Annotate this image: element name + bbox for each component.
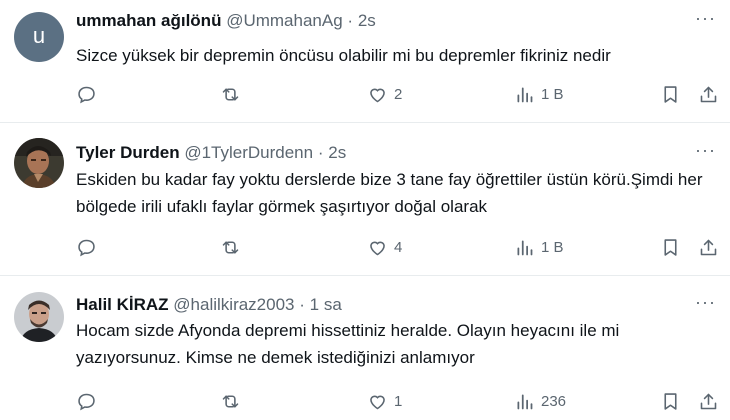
profile-photo bbox=[14, 292, 64, 342]
timestamp[interactable]: 2s bbox=[328, 143, 346, 162]
reply-button[interactable] bbox=[76, 389, 103, 413]
reply-bubble-icon bbox=[78, 393, 95, 410]
repost-button[interactable] bbox=[220, 82, 247, 106]
share-button[interactable] bbox=[698, 389, 719, 413]
like-count: 2 bbox=[394, 85, 403, 103]
bookmark-button[interactable] bbox=[660, 389, 681, 413]
repost-arrows-icon bbox=[222, 240, 239, 254]
profile-photo bbox=[14, 138, 64, 188]
bookmark-icon bbox=[664, 238, 677, 256]
more-options-icon[interactable]: ··· bbox=[695, 292, 716, 313]
more-options-icon[interactable]: ··· bbox=[695, 140, 716, 161]
avatar[interactable]: u bbox=[14, 12, 64, 62]
author-handle[interactable]: @UmmahanAg bbox=[226, 11, 342, 30]
heart-icon bbox=[370, 88, 385, 102]
author-name[interactable]: Tyler Durden bbox=[76, 143, 180, 162]
repost-button[interactable] bbox=[220, 235, 247, 259]
tweet-text: Hocam sizde Afyonda depremi hissettiniz … bbox=[76, 321, 620, 367]
timestamp[interactable]: 1 sa bbox=[310, 295, 342, 314]
tweet-actions: 1 236 bbox=[76, 389, 726, 413]
avatar[interactable] bbox=[14, 138, 64, 188]
more-options-icon[interactable]: ··· bbox=[695, 8, 716, 29]
bookmark-button[interactable] bbox=[660, 82, 681, 106]
bookmark-button[interactable] bbox=[660, 235, 681, 259]
views-button[interactable]: 1 B bbox=[514, 82, 564, 106]
tweet-header: Tyler Durden @1TylerDurdenn · 2s bbox=[76, 143, 346, 163]
like-button[interactable]: 1 bbox=[367, 389, 402, 413]
reply-bubble-icon bbox=[78, 239, 95, 256]
share-upload-icon bbox=[700, 86, 717, 102]
tweet-text: Eskiden bu kadar fay yoktu derslerde biz… bbox=[76, 170, 703, 216]
bar-chart-icon bbox=[517, 394, 533, 409]
reply-button[interactable] bbox=[76, 235, 103, 259]
bar-chart-icon bbox=[517, 87, 533, 102]
bookmark-icon bbox=[664, 85, 677, 103]
view-count: 1 B bbox=[541, 238, 564, 256]
repost-arrows-icon bbox=[222, 394, 239, 408]
views-button[interactable]: 236 bbox=[514, 389, 566, 413]
reply-button[interactable] bbox=[76, 82, 103, 106]
tweet[interactable]: Tyler Durden @1TylerDurdenn · 2s ··· Esk… bbox=[0, 123, 730, 275]
repost-button[interactable] bbox=[220, 389, 247, 413]
like-button[interactable]: 2 bbox=[367, 82, 402, 106]
timestamp[interactable]: 2s bbox=[358, 11, 376, 30]
share-button[interactable] bbox=[698, 82, 719, 106]
author-name[interactable]: Halil KİRAZ bbox=[76, 295, 169, 314]
author-handle[interactable]: @halilkiraz2003 bbox=[173, 295, 294, 314]
share-upload-icon bbox=[700, 393, 717, 409]
view-count: 236 bbox=[541, 392, 567, 410]
bookmark-icon bbox=[664, 392, 677, 410]
author-name[interactable]: ummahan ağılönü bbox=[76, 11, 221, 30]
bar-chart-icon bbox=[517, 240, 533, 255]
tweet[interactable]: Halil KİRAZ @halilkiraz2003 · 1 sa ··· H… bbox=[0, 276, 730, 420]
heart-icon bbox=[370, 241, 385, 255]
tweet-header: Halil KİRAZ @halilkiraz2003 · 1 sa bbox=[76, 295, 342, 315]
tweet-actions: 2 1 B bbox=[76, 82, 726, 106]
reply-bubble-icon bbox=[78, 86, 95, 103]
views-button[interactable]: 1 B bbox=[514, 235, 564, 259]
tweet[interactable]: u ummahan ağılönü @UmmahanAg · 2s ··· Si… bbox=[0, 0, 730, 122]
share-upload-icon bbox=[700, 239, 717, 255]
like-button[interactable]: 4 bbox=[367, 235, 402, 259]
separator-dot: · bbox=[299, 295, 305, 314]
repost-arrows-icon bbox=[222, 87, 239, 101]
share-button[interactable] bbox=[698, 235, 719, 259]
tweet-actions: 4 1 B bbox=[76, 235, 726, 259]
avatar[interactable] bbox=[14, 292, 64, 342]
heart-icon bbox=[370, 395, 385, 409]
tweet-text: Sizce yüksek bir depremin öncüsu olabili… bbox=[76, 46, 611, 65]
tweet-header: ummahan ağılönü @UmmahanAg · 2s bbox=[76, 11, 376, 31]
separator-dot: · bbox=[317, 143, 324, 162]
author-handle[interactable]: @1TylerDurdenn bbox=[184, 143, 313, 162]
view-count: 1 B bbox=[541, 85, 564, 103]
separator-dot: · bbox=[347, 11, 354, 30]
like-count: 4 bbox=[394, 238, 403, 256]
like-count: 1 bbox=[394, 392, 403, 410]
